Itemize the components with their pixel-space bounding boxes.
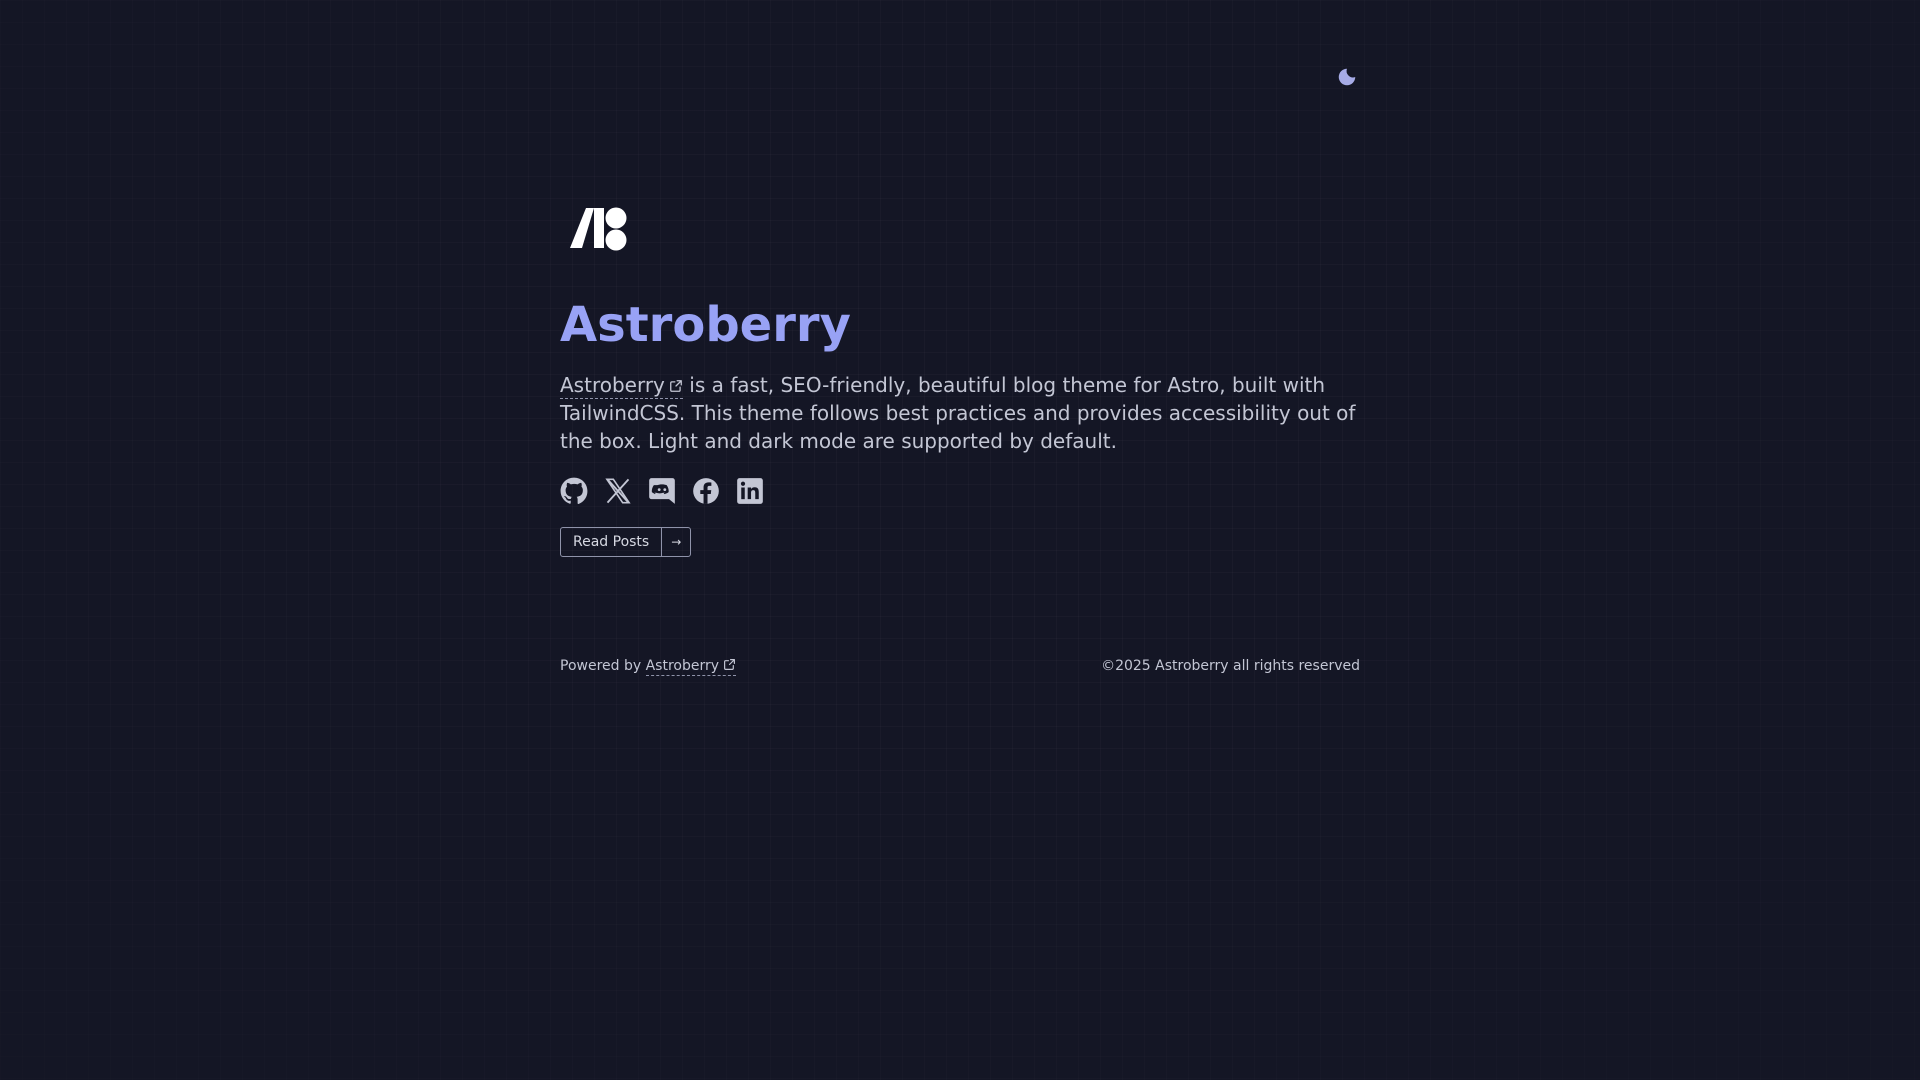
astroberry-link[interactable]: Astroberry — [560, 373, 683, 399]
social-links — [560, 477, 1360, 505]
hero-description: Astroberry is a fast, SEO-friendly, beau… — [560, 371, 1360, 455]
github-link[interactable] — [560, 477, 588, 505]
x-icon — [605, 478, 631, 504]
page-title: Astroberry — [560, 297, 851, 353]
powered-by: Powered by Astroberry — [560, 658, 737, 676]
moon-icon — [1338, 68, 1356, 86]
astroberry-link-label: Astroberry — [560, 373, 665, 397]
astroberry-logo — [568, 200, 648, 270]
discord-link[interactable] — [648, 477, 676, 505]
linkedin-icon — [737, 478, 763, 504]
arrow-right-icon: → — [671, 535, 682, 549]
powered-by-link-label: Astroberry — [645, 658, 720, 674]
read-posts-button[interactable]: Read Posts → — [560, 527, 692, 557]
footer: Powered by Astroberry ©2025 Astroberry a… — [560, 658, 1360, 676]
powered-by-text: Powered by — [560, 658, 642, 674]
theme-toggle-button[interactable] — [1333, 63, 1361, 91]
external-link-icon — [724, 659, 736, 670]
powered-by-astroberry-link[interactable]: Astroberry — [645, 658, 737, 676]
facebook-icon — [693, 478, 719, 504]
facebook-link[interactable] — [692, 477, 720, 505]
hero-section: Astroberry Astroberry is a fast, SEO-fri… — [560, 200, 1360, 557]
discord-icon — [649, 478, 675, 504]
linkedin-link[interactable] — [736, 477, 764, 505]
x-link[interactable] — [604, 477, 632, 505]
read-posts-label: Read Posts — [561, 528, 663, 556]
external-link-icon — [670, 380, 682, 392]
copyright-text: ©2025 Astroberry all rights reserved — [1101, 658, 1360, 674]
github-icon — [560, 477, 588, 504]
